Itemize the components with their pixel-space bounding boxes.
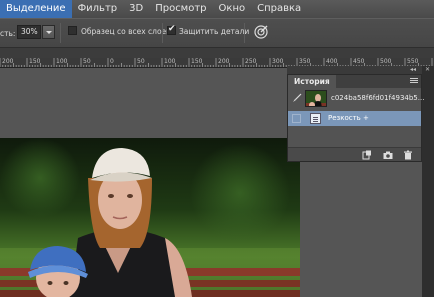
menu-help[interactable]: Справка <box>251 0 307 18</box>
history-panel: История c024ba58f6fd01f4934b5... Резкост… <box>287 74 425 162</box>
ruler-label: 0 <box>110 58 114 65</box>
ruler-label: 350 <box>299 58 311 65</box>
ruler-label: 150 <box>191 58 203 65</box>
ruler-label: 400 <box>326 58 338 65</box>
pressure-target-icon[interactable] <box>253 24 269 40</box>
menu-bar: Выделение Фильтр 3D Просмотр Окно Справк… <box>0 0 434 18</box>
trash-icon[interactable] <box>403 150 413 160</box>
collapse-icon[interactable]: ◂◂ <box>410 66 416 73</box>
history-snapshot-row[interactable]: c024ba58f6fd01f4934b5... <box>288 88 425 110</box>
divider <box>60 23 61 43</box>
new-document-from-state-icon[interactable] <box>362 150 372 160</box>
ruler-label: 250 <box>245 58 257 65</box>
panel-header-strip <box>287 66 422 74</box>
panel-menu-icon[interactable] <box>410 78 418 85</box>
ruler-label: 200 <box>2 58 14 65</box>
sample-all-layers-label: Образец со всех слоев <box>81 27 171 36</box>
camera-icon[interactable] <box>383 150 393 160</box>
photo-image <box>0 138 300 297</box>
sample-all-layers-checkbox[interactable] <box>68 26 77 35</box>
divider <box>162 23 163 43</box>
strength-label: сть: <box>0 29 16 38</box>
history-state-row[interactable]: Резкость + <box>288 111 421 126</box>
state-label: Резкость + <box>328 114 369 122</box>
document-photo[interactable] <box>0 138 300 297</box>
ruler-label: 550 <box>407 58 419 65</box>
state-source-toggle[interactable] <box>292 114 301 123</box>
document-state-icon <box>310 113 321 124</box>
protect-detail-label: Защитить детали <box>179 27 250 36</box>
menu-view[interactable]: Просмотр <box>149 0 212 18</box>
options-bar: сть: 30% Образец со всех слоев Защитить … <box>0 18 434 48</box>
ruler-label: 50 <box>83 58 91 65</box>
strength-input[interactable]: 30% <box>17 25 41 39</box>
ruler-label: 50 <box>137 58 145 65</box>
snapshot-name: c024ba58f6fd01f4934b5... <box>331 94 425 102</box>
ruler-label: 500 <box>380 58 392 65</box>
menu-window[interactable]: Окно <box>213 0 252 18</box>
history-brush-icon[interactable] <box>292 93 302 103</box>
snapshot-thumbnail <box>305 90 327 107</box>
close-icon[interactable]: ✕ <box>425 66 430 73</box>
protect-detail-checkbox[interactable] <box>167 24 176 35</box>
tab-history[interactable]: История <box>288 75 336 88</box>
history-tabbar: История <box>288 75 421 88</box>
history-footer <box>288 147 421 161</box>
tab-strip <box>0 48 434 58</box>
ruler-label: 100 <box>164 58 176 65</box>
divider <box>244 23 245 43</box>
ruler-label: 100 <box>56 58 68 65</box>
strength-dropdown-button[interactable] <box>42 25 55 39</box>
ruler-label: 150 <box>29 58 41 65</box>
ruler-label: 450 <box>353 58 365 65</box>
menu-select[interactable]: Выделение <box>0 0 72 18</box>
menu-3d[interactable]: 3D <box>123 0 149 18</box>
ruler-label: 300 <box>272 58 284 65</box>
menu-filter[interactable]: Фильтр <box>72 0 124 18</box>
ruler-label: 200 <box>218 58 230 65</box>
